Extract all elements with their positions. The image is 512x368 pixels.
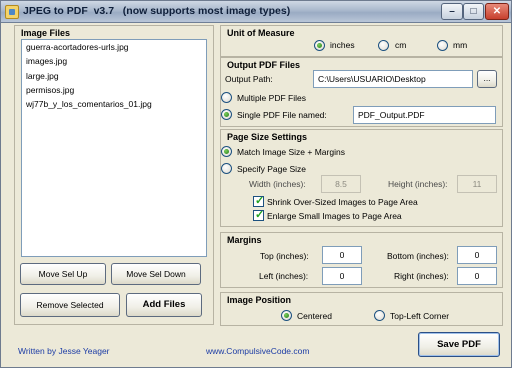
output-path-label: Output Path: <box>225 74 273 84</box>
app-icon <box>5 5 19 19</box>
move-sel-down-button[interactable]: Move Sel Down <box>111 263 201 285</box>
unit-of-measure-title: Unit of Measure <box>227 28 295 38</box>
position-top-left-label: Top-Left Corner <box>390 311 450 321</box>
unit-cm-label: cm <box>395 40 407 50</box>
margin-right-label: Right (inches): <box>394 271 449 281</box>
author-credit: Written by Jesse Yeager <box>18 346 110 356</box>
page-size-title: Page Size Settings <box>227 132 308 142</box>
position-centered-label: Centered <box>297 311 332 321</box>
minimize-button[interactable]: – <box>441 3 463 20</box>
add-files-button[interactable]: Add Files <box>126 293 202 317</box>
output-path-field[interactable]: C:\Users\USUARIO\Desktop <box>313 70 473 88</box>
match-image-size-radio[interactable] <box>221 146 232 157</box>
multiple-pdf-label: Multiple PDF Files <box>237 93 306 103</box>
website-link[interactable]: www.CompulsiveCode.com <box>206 346 309 356</box>
list-item[interactable]: permisos.jpg <box>22 83 206 97</box>
height-label: Height (inches): <box>388 179 448 189</box>
margin-left-label: Left (inches): <box>259 271 309 281</box>
enlarge-checkbox[interactable] <box>253 208 264 221</box>
list-item[interactable]: images.jpg <box>22 54 206 68</box>
unit-mm-label: mm <box>453 40 468 50</box>
close-button[interactable]: ✕ <box>485 3 509 20</box>
position-centered-radio[interactable] <box>281 310 292 321</box>
margin-bottom-field[interactable]: 0 <box>457 246 497 264</box>
width-field[interactable]: 8.5 <box>321 175 361 193</box>
margin-top-label: Top (inches): <box>260 251 309 261</box>
image-position-title: Image Position <box>227 295 292 305</box>
enlarge-label: Enlarge Small Images to Page Area <box>267 211 402 221</box>
height-field[interactable]: 11 <box>457 175 497 193</box>
margins-title: Margins <box>227 235 262 245</box>
margin-bottom-label: Bottom (inches): <box>387 251 449 261</box>
save-pdf-button[interactable]: Save PDF <box>418 332 500 357</box>
output-pdf-title: Output PDF Files <box>227 60 300 70</box>
position-top-left-radio[interactable] <box>374 310 385 321</box>
maximize-button[interactable]: □ <box>463 3 484 20</box>
multiple-pdf-radio[interactable] <box>221 92 232 103</box>
image-position-group: Image Position <box>220 292 503 326</box>
margin-left-field[interactable]: 0 <box>322 267 362 285</box>
list-item[interactable]: guerra-acortadores-urls.jpg <box>22 40 206 54</box>
specify-page-size-radio[interactable] <box>221 163 232 174</box>
shrink-checkbox[interactable] <box>253 194 264 207</box>
image-files-title: Image Files <box>21 28 71 38</box>
list-item[interactable]: large.jpg <box>22 69 206 83</box>
shrink-label: Shrink Over-Sized Images to Page Area <box>267 197 418 207</box>
browse-button[interactable]: ... <box>477 70 497 88</box>
unit-cm-radio[interactable] <box>378 40 389 51</box>
remove-selected-button[interactable]: Remove Selected <box>20 293 120 317</box>
main-window: JPEG to PDF v3.7 (now supports most imag… <box>0 0 512 368</box>
specify-page-size-label: Specify Page Size <box>237 164 306 174</box>
list-item[interactable]: wj77b_y_los_comentarios_01.jpg <box>22 97 206 111</box>
title-bar[interactable]: JPEG to PDF v3.7 (now supports most imag… <box>1 1 511 23</box>
margin-right-field[interactable]: 0 <box>457 267 497 285</box>
image-files-list[interactable]: guerra-acortadores-urls.jpg images.jpg l… <box>21 39 207 257</box>
single-pdf-radio[interactable] <box>221 109 232 120</box>
unit-inches-label: inches <box>330 40 355 50</box>
match-image-size-label: Match Image Size + Margins <box>237 147 345 157</box>
width-label: Width (inches): <box>249 179 306 189</box>
margin-top-field[interactable]: 0 <box>322 246 362 264</box>
unit-inches-radio[interactable] <box>314 40 325 51</box>
unit-mm-radio[interactable] <box>437 40 448 51</box>
window-title: JPEG to PDF v3.7 (now supports most imag… <box>23 5 291 17</box>
single-pdf-label: Single PDF File named: <box>237 110 327 120</box>
single-pdf-filename-field[interactable]: PDF_Output.PDF <box>353 106 496 124</box>
move-sel-up-button[interactable]: Move Sel Up <box>20 263 106 285</box>
